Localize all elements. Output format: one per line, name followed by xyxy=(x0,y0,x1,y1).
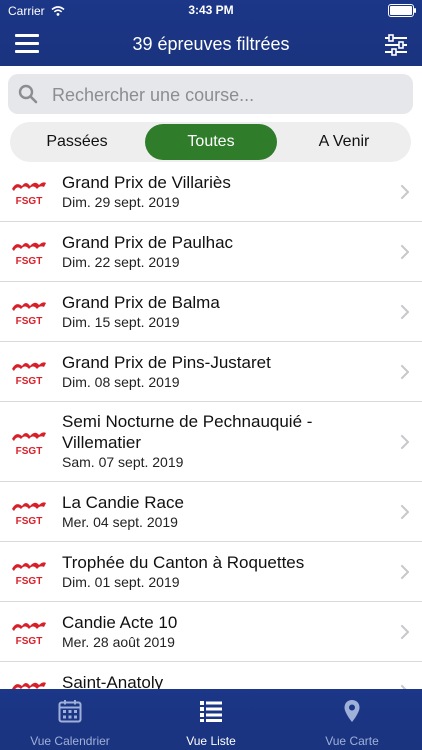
race-texts: La Candie Race Mer. 04 sept. 2019 xyxy=(62,492,392,532)
race-texts: Trophée du Canton à Roquettes Dim. 01 sep… xyxy=(62,552,392,592)
page-title: 39 épreuves filtrées xyxy=(132,34,290,54)
logo-text: FSGT xyxy=(16,636,43,647)
list-icon xyxy=(200,701,222,722)
race-row[interactable]: FSGT Semi Nocturne de Pechnauquié - Ville… xyxy=(0,402,422,482)
chevron-right-icon xyxy=(401,305,409,319)
chevron-right-icon xyxy=(401,625,409,639)
chevron-right-icon xyxy=(401,505,409,519)
race-date: Mer. 04 sept. 2019 xyxy=(62,514,178,530)
race-date: Dim. 01 sept. 2019 xyxy=(62,574,180,590)
fsgt-logo-icon: FSGT xyxy=(12,502,46,527)
race-texts: Grand Prix de Balma Dim. 15 sept. 2019 xyxy=(62,292,392,332)
status-bar: Carrier 3:43 PM xyxy=(0,0,422,22)
race-date: Dim. 15 sept. 2019 xyxy=(62,314,180,330)
logo-text: FSGT xyxy=(16,256,43,267)
race-date: Sam. 07 sept. 2019 xyxy=(62,454,184,470)
race-list: FSGT Grand Prix de Villariès Dim. 29 sept.… xyxy=(0,162,422,689)
race-name: Candie Acte 10 xyxy=(62,613,178,632)
tab-list-view[interactable]: Vue Liste xyxy=(141,689,281,750)
tab-map-view[interactable]: Vue Carte xyxy=(282,689,422,750)
race-row[interactable]: FSGT Grand Prix de Villariès Dim. 29 sept.… xyxy=(0,162,422,222)
race-row[interactable]: FSGT Grand Prix de Pins-Justaret Dim. 08 s… xyxy=(0,342,422,402)
chevron-right-icon xyxy=(401,185,409,199)
race-texts: Candie Acte 10 Mer. 28 août 2019 xyxy=(62,612,392,652)
fsgt-logo-icon: FSGT xyxy=(12,562,46,587)
fsgt-logo-icon: FSGT xyxy=(12,182,46,207)
fsgt-logo-icon: FSGT xyxy=(12,622,46,647)
logo-text: FSGT xyxy=(16,516,43,527)
race-row[interactable]: FSGT Grand Prix de Paulhac Dim. 22 sept. 2… xyxy=(0,222,422,282)
map-pin-icon xyxy=(344,700,360,722)
segment-past[interactable]: Passées xyxy=(10,122,144,162)
logo-text: FSGT xyxy=(16,576,43,587)
race-name: Grand Prix de Balma xyxy=(62,293,220,312)
status-time: 3:43 PM xyxy=(188,3,234,17)
chevron-right-icon xyxy=(401,245,409,259)
race-row[interactable]: FSGT Grand Prix de Balma Dim. 15 sept. 201… xyxy=(0,282,422,342)
tab-calendar-view[interactable]: Vue Calendrier xyxy=(0,689,140,750)
fsgt-logo-icon: FSGT xyxy=(12,432,46,457)
app-header: Carrier 3:43 PM 39 épreuves filtrées xyxy=(0,0,422,66)
battery-icon xyxy=(388,4,416,17)
race-row[interactable]: FSGT Saint-Anatoly xyxy=(0,662,422,689)
filter-settings-button[interactable] xyxy=(384,34,408,56)
tab-bar: Vue Calendrier Vue Liste Vue Carte xyxy=(0,689,422,750)
search-bar[interactable] xyxy=(8,74,413,114)
race-row[interactable]: FSGT Candie Acte 10 Mer. 28 août 2019 xyxy=(0,602,422,662)
race-texts: Saint-Anatoly xyxy=(62,672,392,689)
search-input[interactable] xyxy=(50,80,404,110)
fsgt-logo-icon: FSGT xyxy=(12,682,46,689)
chevron-right-icon xyxy=(401,565,409,579)
logo-text: FSGT xyxy=(16,446,43,457)
segment-upcoming[interactable]: A Venir xyxy=(277,122,411,162)
race-name: Trophée du Canton à Roquettes xyxy=(62,553,305,572)
sliders-icon xyxy=(385,34,407,56)
calendar-icon xyxy=(58,700,82,723)
race-name: Grand Prix de Villariès xyxy=(62,173,231,192)
fsgt-logo-icon: FSGT xyxy=(12,242,46,267)
race-name: Grand Prix de Pins-Justaret xyxy=(62,353,271,372)
tab-calendar-label: Vue Calendrier xyxy=(30,734,110,748)
race-texts: Grand Prix de Pins-Justaret Dim. 08 sept.… xyxy=(62,352,392,392)
race-texts: Grand Prix de Paulhac Dim. 22 sept. 2019 xyxy=(62,232,392,272)
race-texts: Grand Prix de Villariès Dim. 29 sept. 201… xyxy=(62,172,392,212)
race-name: Grand Prix de Paulhac xyxy=(62,233,234,252)
logo-text: FSGT xyxy=(16,316,43,327)
fsgt-logo-icon: FSGT xyxy=(12,362,46,387)
race-name: Semi Nocturne de Pechnauquié - Villemati… xyxy=(62,412,313,452)
race-date: Dim. 29 sept. 2019 xyxy=(62,194,180,210)
race-date: Mer. 28 août 2019 xyxy=(62,634,175,650)
race-date: Dim. 08 sept. 2019 xyxy=(62,374,180,390)
segment-all[interactable]: Toutes xyxy=(145,124,277,160)
nav-bar: 39 épreuves filtrées xyxy=(0,22,422,66)
period-segmented-control: Passées Toutes A Venir xyxy=(10,122,411,162)
tab-list-label: Vue Liste xyxy=(186,734,236,748)
race-name: Saint-Anatoly xyxy=(62,673,164,689)
chevron-right-icon xyxy=(401,435,409,449)
tab-map-label: Vue Carte xyxy=(325,734,379,748)
race-texts: Semi Nocturne de Pechnauquié - Villemati… xyxy=(62,411,392,472)
logo-text: FSGT xyxy=(16,376,43,387)
logo-text: FSGT xyxy=(16,196,43,207)
race-row[interactable]: FSGT La Candie Race Mer. 04 sept. 2019 xyxy=(0,482,422,542)
race-name: La Candie Race xyxy=(62,493,184,512)
race-row[interactable]: FSGT Trophée du Canton à Roquettes Dim. 01… xyxy=(0,542,422,602)
race-date: Dim. 22 sept. 2019 xyxy=(62,254,180,270)
chevron-right-icon xyxy=(401,365,409,379)
search-icon xyxy=(18,84,38,104)
fsgt-logo-icon: FSGT xyxy=(12,302,46,327)
